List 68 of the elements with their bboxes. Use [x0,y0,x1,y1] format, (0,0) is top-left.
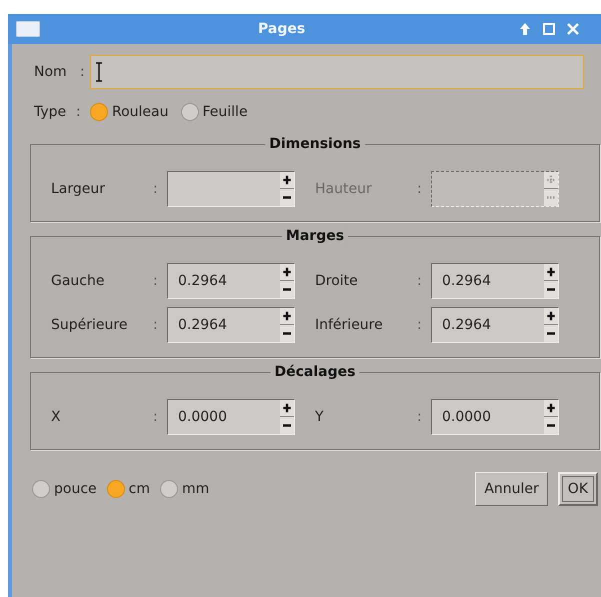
minus-icon[interactable] [280,189,294,206]
plus-icon[interactable] [544,400,558,417]
field-label: Hauteur [315,180,373,198]
field-value: 0.2964 [178,316,227,334]
separator: : [76,102,82,122]
plus-icon[interactable] [280,264,294,281]
dialog-button[interactable]: OK [558,472,598,506]
radio-button[interactable] [32,480,50,498]
minus-icon[interactable] [544,281,558,298]
separator: : [417,316,423,334]
window-title: Pages [258,20,306,38]
separator: : [153,272,159,290]
plus-icon[interactable] [280,400,294,417]
radio-label: Feuille [202,102,248,122]
spin-field[interactable]: 0.2964 [167,307,295,343]
separator: : [153,180,159,198]
field-value: 0.2964 [178,272,227,290]
field-value: 0.0000 [442,408,491,426]
separator: : [417,272,423,290]
field-label: Largeur [51,180,106,198]
radio-button[interactable] [180,103,198,121]
field-label: Supérieure [51,316,128,334]
text-cursor-icon [95,62,103,82]
separator: : [153,316,159,334]
dialog-button[interactable]: Annuler [475,472,548,506]
minus-icon[interactable] [280,417,294,434]
plus-icon[interactable] [280,308,294,325]
minus-icon[interactable] [544,325,558,342]
maximize-icon[interactable] [542,22,556,36]
separator: : [417,180,423,198]
separator: : [80,62,86,82]
radio-button[interactable] [90,103,108,121]
arrow-up-icon[interactable] [518,22,532,36]
spin-field[interactable]: 0.2964 [431,263,559,299]
field-value: 0.2964 [442,272,491,290]
type-label: Type [34,102,68,122]
minus-icon[interactable] [544,417,558,434]
radio-label: cm [128,480,150,498]
field-value: 0.2964 [442,316,491,334]
field-label: Droite [315,272,359,290]
spin-field[interactable] [167,171,295,207]
radio-label: Rouleau [112,102,168,122]
radio-label: mm [182,480,210,498]
plus-icon[interactable] [544,308,558,325]
spin-field[interactable]: 0.2964 [431,307,559,343]
group-title: Marges [282,227,348,245]
window-icon [16,21,40,37]
radio-button[interactable] [160,480,178,498]
plus-icon[interactable] [280,172,294,189]
field-label: Y [315,408,325,426]
minus-icon[interactable] [280,325,294,342]
separator: : [417,408,423,426]
spin-field[interactable]: 0.0000 [167,399,295,435]
field-label: Gauche [51,272,106,290]
field-label: Inférieure [315,316,384,334]
close-icon[interactable] [566,22,580,36]
name-field[interactable] [90,55,584,89]
radio-button[interactable] [106,480,125,498]
separator: : [153,408,159,426]
plus-icon[interactable] [544,264,558,281]
name-label: Nom [34,62,68,82]
spin-field[interactable]: 0.0000 [431,399,559,435]
radio-label: pouce [54,480,97,498]
minus-icon[interactable] [280,281,294,298]
field-label: X [51,408,62,426]
field-value: 0.0000 [178,408,227,426]
spin-field[interactable]: 0.2964 [167,263,295,299]
group-title: Décalages [270,363,360,381]
